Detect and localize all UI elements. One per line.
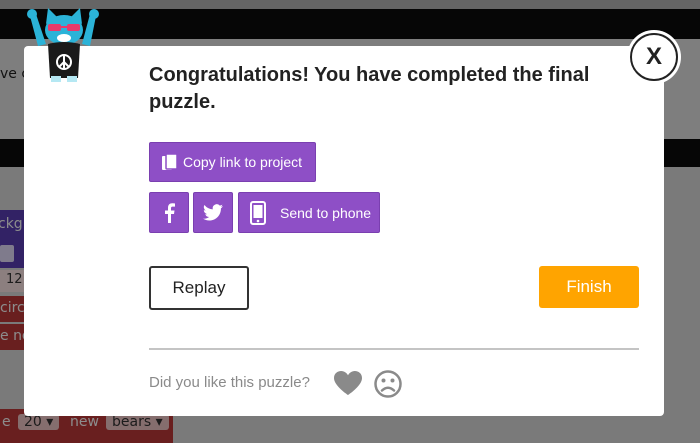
dialog-title: Congratulations! You have completed the …	[149, 64, 590, 113]
close-label: X	[645, 43, 662, 70]
heart-icon[interactable]	[333, 370, 363, 396]
facebook-icon	[165, 202, 175, 223]
phone-icon	[250, 200, 266, 225]
puzzle-complete-dialog: Congratulations! You have completed the …	[24, 46, 664, 416]
send-to-phone-label: Send to phone	[280, 204, 372, 221]
twitter-icon	[203, 204, 223, 221]
dialog-divider	[149, 348, 639, 350]
copy-link-button[interactable]: Copy link to project	[149, 142, 316, 182]
feedback-prompt: Did you like this puzzle?	[149, 374, 310, 391]
frown-icon[interactable]	[373, 369, 403, 399]
replay-label: Replay	[172, 278, 226, 297]
finish-label: Finish	[566, 277, 612, 296]
send-to-phone-button[interactable]: Send to phone	[238, 192, 380, 233]
cat-mascot-icon	[27, 8, 99, 82]
finish-button[interactable]: Finish	[539, 266, 639, 308]
replay-button[interactable]: Replay	[149, 266, 249, 310]
copy-icon	[162, 152, 178, 170]
share-twitter-button[interactable]	[193, 192, 233, 233]
close-button[interactable]: X	[630, 33, 678, 81]
copy-link-label: Copy link to project	[183, 154, 303, 170]
share-facebook-button[interactable]	[149, 192, 189, 233]
